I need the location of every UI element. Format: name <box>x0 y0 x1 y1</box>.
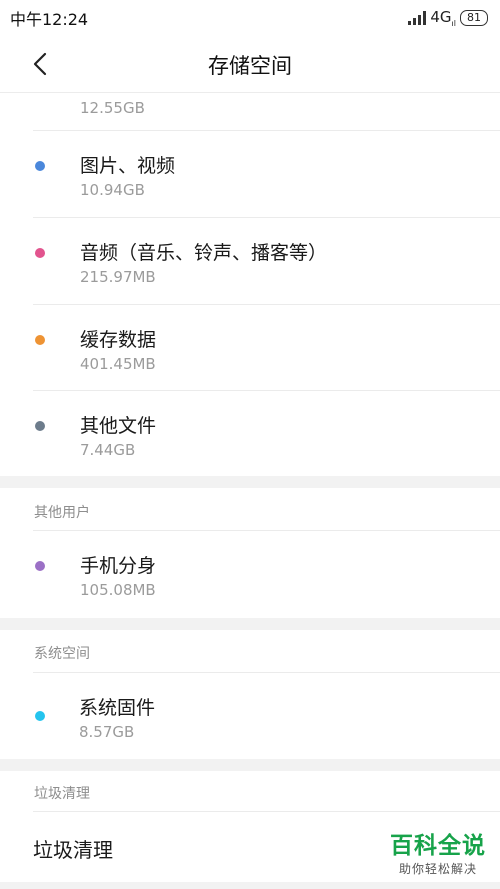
color-dot <box>35 561 45 571</box>
status-icons: 4Gıl 81 <box>408 8 488 28</box>
color-dot <box>35 335 45 345</box>
color-dot <box>35 421 45 431</box>
section-gap <box>0 759 500 771</box>
item-size: 7.44GB <box>80 441 136 459</box>
list-item-images-videos[interactable]: 图片、视频 10.94GB <box>0 131 500 217</box>
other-users-section: 其他用户 手机分身 105.08MB <box>0 488 500 618</box>
battery-level: 81 <box>467 11 481 24</box>
color-dot <box>35 711 45 721</box>
status-time: 中午12:24 <box>10 10 89 29</box>
item-size: 105.08MB <box>80 581 156 599</box>
list-item-apps-partial[interactable]: 12.55GB <box>0 49 500 135</box>
list-item-second-space[interactable]: 手机分身 105.08MB <box>0 531 500 617</box>
system-space-section: 系统空间 系统固件 8.57GB <box>0 630 500 759</box>
item-size: 8.57GB <box>79 723 135 741</box>
section-gap <box>0 618 500 630</box>
list-item-other-files[interactable]: 其他文件 7.44GB <box>0 391 500 477</box>
network-type: 4Gıl <box>430 8 456 28</box>
item-name: 系统固件 <box>79 697 156 719</box>
watermark-logo: 百科全说 助你轻松解决 <box>376 826 500 877</box>
section-gap <box>0 882 500 889</box>
watermark-main: 百科全说 <box>390 833 486 859</box>
list-item-audio[interactable]: 音频（音乐、铃声、播客等） 215.97MB <box>0 218 500 304</box>
signal-icon <box>408 11 427 25</box>
item-name: 图片、视频 <box>80 155 176 177</box>
item-size: 10.94GB <box>80 181 145 199</box>
storage-categories: 12.55GB 图片、视频 10.94GB 音频（音乐、铃声、播客等） 215.… <box>0 93 500 476</box>
status-bar: 中午12:24 4Gıl 81 <box>0 0 500 36</box>
item-name: 手机分身 <box>80 555 157 577</box>
section-header-junk-cleanup: 垃圾清理 <box>34 786 90 802</box>
section-header-other-users: 其他用户 <box>34 505 90 521</box>
watermark-sub: 助你轻松解决 <box>398 862 477 876</box>
list-item-cache[interactable]: 缓存数据 401.45MB <box>0 305 500 391</box>
battery-icon: 81 <box>460 10 488 26</box>
item-name: 缓存数据 <box>80 329 157 351</box>
item-size: 401.45MB <box>80 355 156 373</box>
item-name: 音频（音乐、铃声、播客等） <box>80 242 328 264</box>
color-dot <box>35 248 45 258</box>
item-name: 垃圾清理 <box>33 838 113 862</box>
item-name: 其他文件 <box>80 415 157 437</box>
section-header-system-space: 系统空间 <box>34 646 90 662</box>
list-item-system-firmware[interactable]: 系统固件 8.57GB <box>0 673 500 759</box>
item-size: 215.97MB <box>80 268 156 286</box>
item-size: 12.55GB <box>80 99 145 117</box>
color-dot <box>35 161 45 171</box>
section-gap <box>0 476 500 488</box>
